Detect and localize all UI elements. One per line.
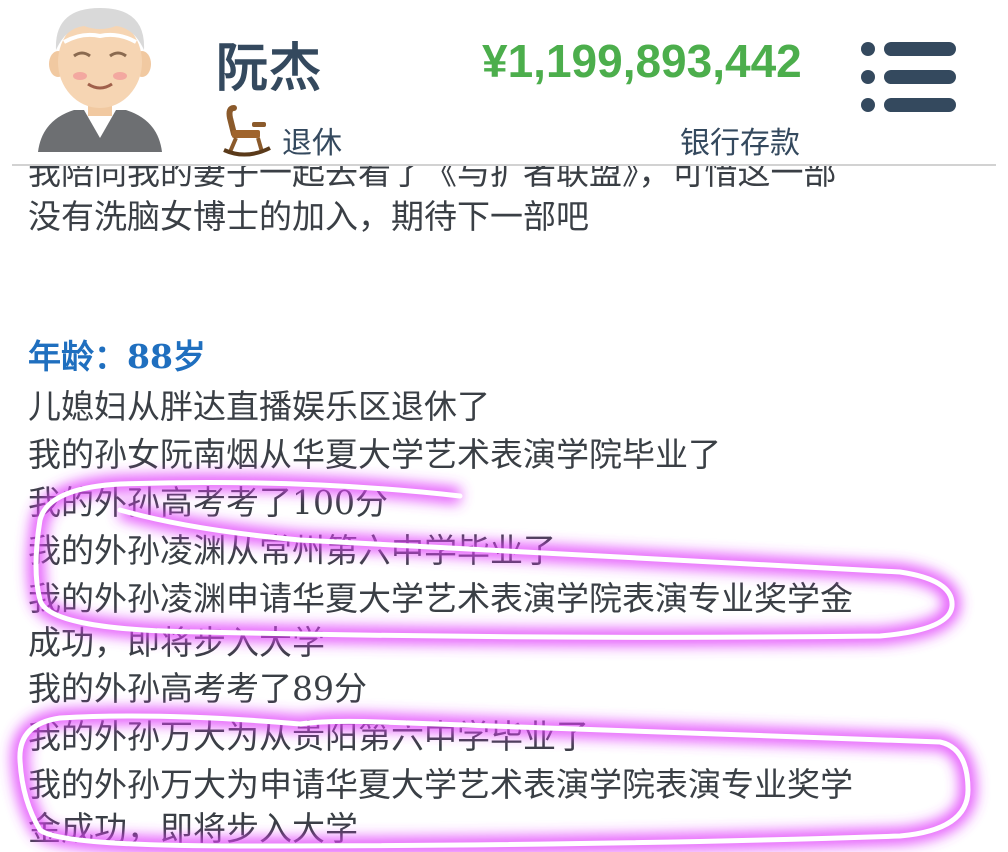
log-line: 我的外孙凌渊申请华夏大学艺术表演学院表演专业奖学金 (28, 579, 853, 618)
top-bar: 阮杰 退休 ¥1,199,893,442 银行存款 (0, 0, 1008, 166)
log-line: 我的外孙万大为从贵阳第六中学毕业了 (28, 717, 589, 756)
status-label: 退休 (282, 127, 342, 160)
log-line: 成功，即将步入大学 (28, 623, 325, 662)
header-divider (12, 164, 996, 166)
log-line: 我的外孙高考考了89分 (28, 669, 367, 708)
log-line: 我的外孙高考考了100分 (28, 483, 388, 522)
player-name: 阮杰 (216, 40, 323, 98)
balance-label: 银行存款 (680, 127, 800, 160)
log-line: 我的外孙万大为申请华夏大学艺术表演学院表演专业奖学 (28, 765, 853, 804)
balance-value: ¥1,199,893,442 (482, 35, 802, 87)
age-heading: 年龄：88岁 (28, 337, 206, 376)
log-line: 儿媳妇从胖达直播娱乐区退休了 (28, 387, 490, 426)
log-line: 没有洗脑女博士的加入，期待下一部吧 (28, 197, 589, 236)
log-line: 金成功，即将步入大学 (28, 809, 358, 848)
log-line: 我的外孙凌渊从常州第六中学毕业了 (28, 531, 556, 570)
menu-icon[interactable] (858, 40, 958, 114)
rocking-chair-icon (222, 104, 272, 160)
old-man-avatar-icon[interactable] (34, 2, 166, 154)
log-line: 我的孙女阮南烟从华夏大学艺术表演学院毕业了 (28, 435, 721, 474)
